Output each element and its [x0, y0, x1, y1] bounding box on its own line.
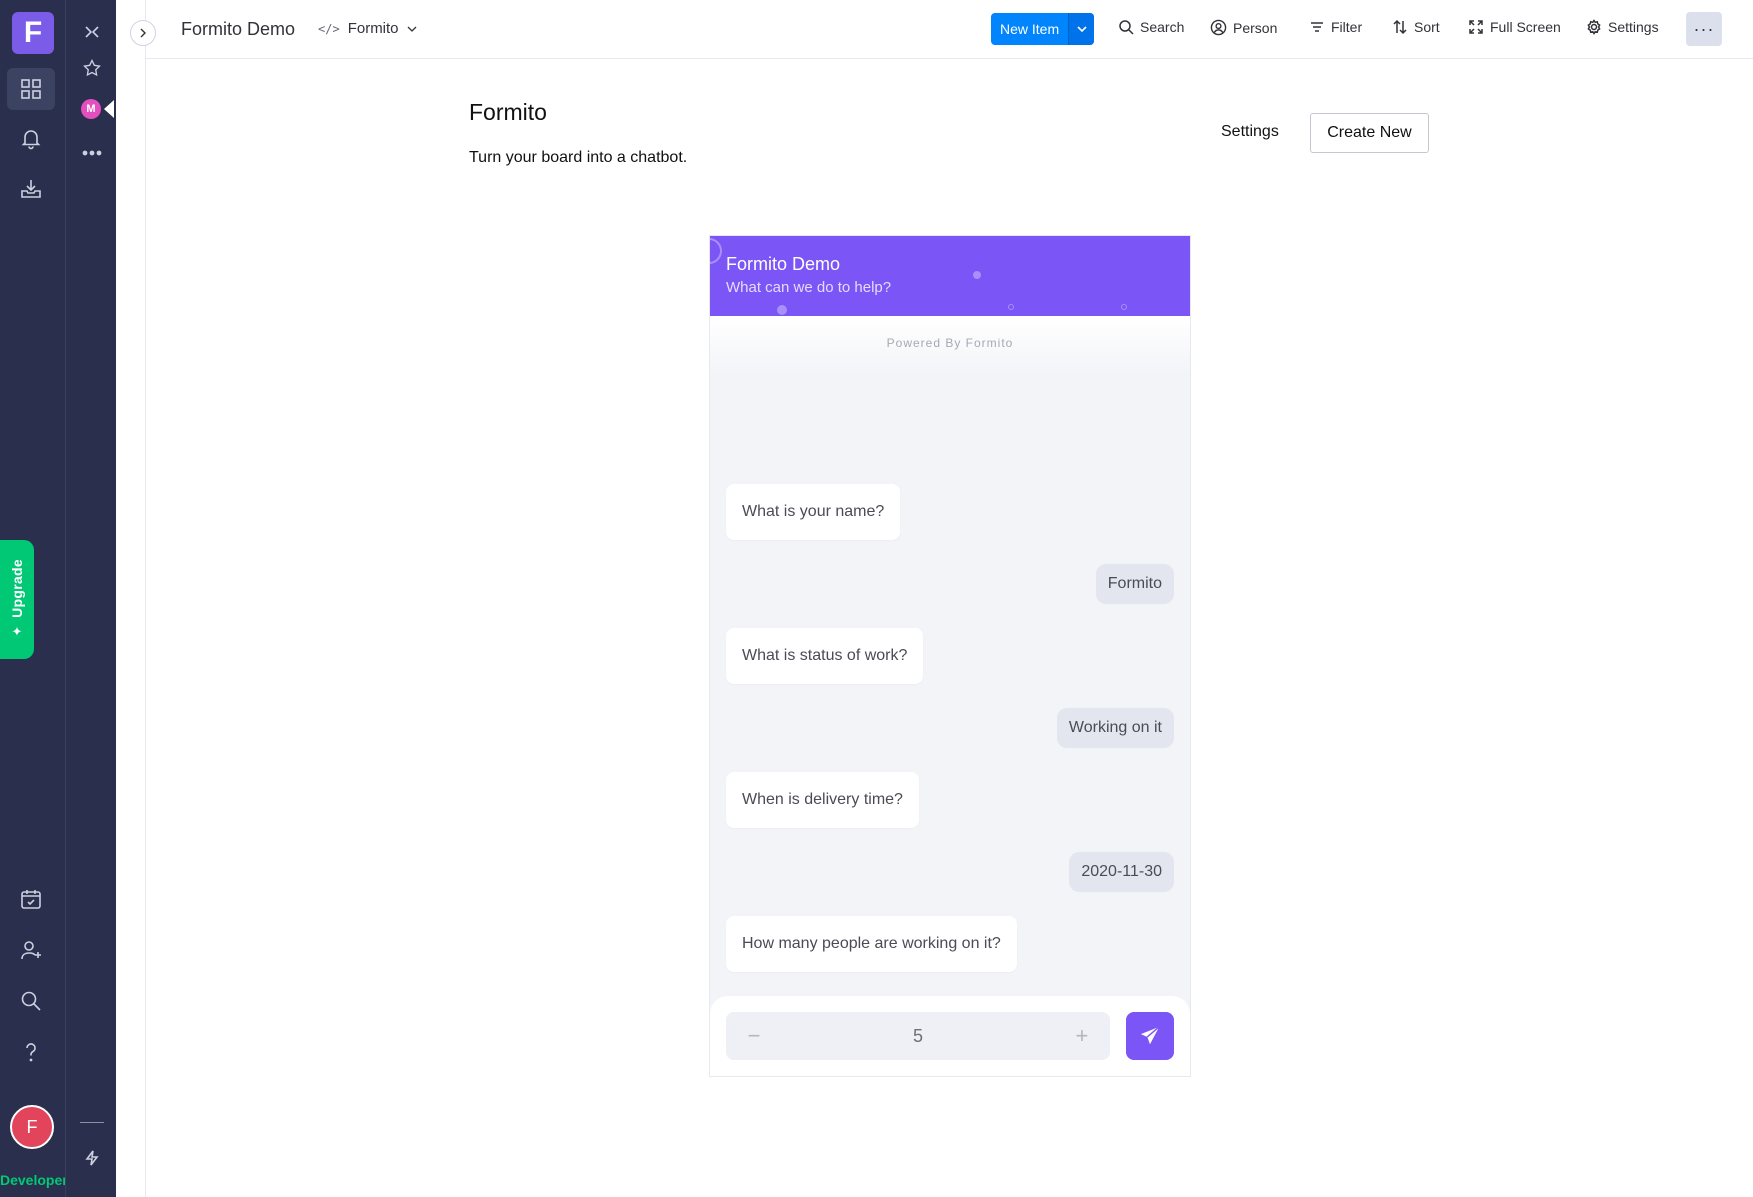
bot-message: What is your name? [726, 484, 901, 540]
workspace-icon[interactable] [7, 68, 55, 110]
plan-label: Developer [0, 1172, 68, 1188]
sort-button[interactable]: Sort [1392, 19, 1440, 35]
send-icon [1140, 1026, 1160, 1045]
upgrade-label: Upgrade [9, 559, 25, 618]
person-filter-button[interactable]: Person [1210, 19, 1277, 36]
view-tab-formito[interactable]: </> Formito [318, 20, 417, 37]
bot-message: What is status of work? [726, 628, 924, 684]
invite-user-icon[interactable] [7, 929, 55, 971]
workspace-badge[interactable]: M [81, 99, 101, 119]
more-actions-button[interactable]: ··· [1686, 12, 1722, 46]
page-settings-link[interactable]: Settings [1221, 123, 1279, 141]
decor-ring [1121, 304, 1127, 310]
fullscreen-button[interactable]: Full Screen [1468, 19, 1561, 35]
search-icon[interactable] [7, 980, 55, 1022]
settings-button[interactable]: Settings [1586, 19, 1659, 35]
decor-ring [710, 238, 722, 264]
new-item-button[interactable]: New Item [991, 13, 1095, 45]
chat-header: Formito Demo What can we do to help? [710, 236, 1190, 316]
person-label: Person [1233, 19, 1278, 36]
rail-divider [80, 1122, 104, 1123]
quantity-stepper: − 5 + [726, 1012, 1110, 1060]
decor-ring [1008, 304, 1014, 310]
calendar-check-icon[interactable] [7, 878, 55, 920]
powered-by-label: Powered By Formito [886, 336, 1014, 350]
chatbot-preview: Formito Demo What can we do to help? Pow… [709, 235, 1191, 1077]
chat-subtitle: What can we do to help? [726, 279, 892, 296]
sort-label: Sort [1414, 19, 1440, 35]
send-button[interactable] [1126, 1012, 1174, 1060]
lightning-icon[interactable] [80, 1146, 104, 1170]
main-sidebar: F Upgrade ✦ F Developer [0, 0, 68, 1197]
increment-button[interactable]: + [1070, 1023, 1094, 1049]
chevron-down-icon [407, 26, 416, 32]
active-workspace-pointer [104, 100, 114, 118]
sort-icon [1393, 19, 1407, 35]
top-bar: Formito Demo </> Formito New Item Search… [146, 0, 1753, 59]
decrement-button[interactable]: − [742, 1023, 766, 1049]
content-divider [145, 0, 146, 1197]
board-title: Formito Demo [181, 19, 296, 39]
user-message: Working on it [1056, 708, 1174, 748]
decor-dot [777, 305, 787, 315]
fullscreen-icon [1469, 20, 1483, 34]
workspace-sidebar: M [65, 0, 116, 1197]
sparkle-icon: ✦ [11, 623, 23, 639]
user-message: Formito [1095, 564, 1174, 604]
user-avatar[interactable]: F [10, 1105, 54, 1149]
fullscreen-label: Full Screen [1490, 19, 1561, 35]
person-icon [1210, 19, 1227, 36]
page-subtitle: Turn your board into a chatbot. [469, 149, 688, 166]
more-dots-icon[interactable] [80, 141, 104, 165]
user-message: 2020-11-30 [1069, 852, 1174, 892]
upgrade-button[interactable]: Upgrade ✦ [0, 540, 34, 659]
filter-label: Filter [1331, 19, 1363, 35]
quantity-value[interactable]: 5 [913, 1026, 923, 1047]
new-item-label: New Item [1000, 21, 1060, 37]
chat-title: Formito Demo [726, 254, 841, 274]
page-title: Formito [469, 99, 547, 125]
gear-icon [1587, 19, 1601, 35]
bot-message: When is delivery time? [726, 772, 919, 828]
help-icon[interactable] [7, 1031, 55, 1073]
bell-icon[interactable] [7, 117, 55, 159]
collapse-sidebar-icon[interactable] [80, 20, 104, 44]
create-new-button[interactable]: Create New [1310, 113, 1429, 153]
search-button[interactable]: Search [1118, 19, 1184, 35]
code-icon: </> [318, 21, 340, 36]
favorites-star-icon[interactable] [80, 56, 104, 80]
view-tab-label: Formito [347, 20, 399, 37]
settings-label: Settings [1608, 19, 1659, 35]
filter-button[interactable]: Filter [1309, 19, 1362, 35]
app-logo[interactable]: F [12, 12, 54, 54]
bot-message: How many people are working on it? [726, 916, 1017, 972]
filter-icon [1311, 22, 1323, 32]
inbox-download-icon[interactable] [7, 168, 55, 210]
search-label: Search [1140, 19, 1185, 35]
chat-composer: − 5 + [710, 996, 1190, 1076]
new-item-dropdown[interactable] [1068, 13, 1095, 45]
search-icon [1119, 20, 1134, 35]
decor-dot [973, 271, 981, 279]
chevron-down-icon [1077, 26, 1087, 33]
